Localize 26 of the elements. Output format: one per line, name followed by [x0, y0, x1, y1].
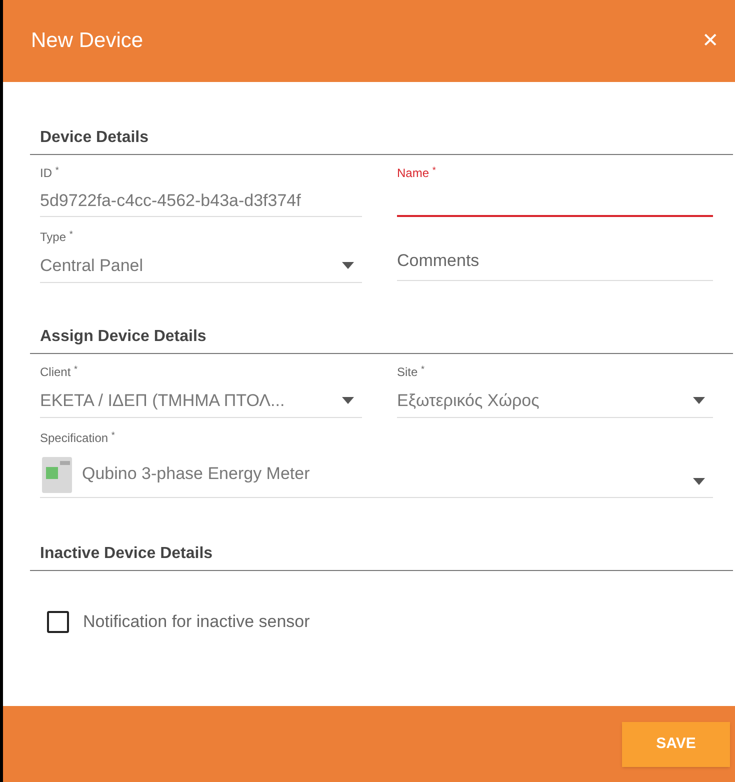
close-button[interactable]: ✕ — [698, 26, 723, 56]
caret-icon — [342, 397, 354, 404]
field-label: Specification $^{*}$ — [40, 428, 116, 447]
caret-icon — [693, 478, 705, 485]
dialog-title: New Device — [31, 28, 144, 54]
section-title: Device Details — [40, 129, 149, 146]
section-title: Assign Device Details — [40, 328, 206, 345]
field-value: Εξωτερικός Χώρος — [397, 390, 540, 412]
field-label: Type $^{*}$ — [40, 228, 74, 246]
dropdown-field[interactable]: Central Panel — [40, 249, 362, 283]
caret-icon — [342, 262, 354, 269]
dropdown-field[interactable]: Εξωτερικός Χώρος — [397, 384, 713, 418]
field-value: Qubino 3-phase Energy Meter — [82, 462, 311, 485]
field-label: ID $^{*}$ — [40, 164, 60, 182]
dropdown-field[interactable]: Qubino 3-phase Energy Meter — [40, 450, 713, 498]
checkbox[interactable] — [47, 610, 69, 633]
section-title: Inactive Device Details — [40, 545, 213, 562]
field-value: ΕΚΕΤΑ / ΙΔΕΠ (ΤΜΗΜΑ ΠΤΟΛ... — [40, 390, 286, 412]
checkbox-label: Notification for inactive sensor — [83, 611, 310, 633]
dropdown-field[interactable]: ΕΚΕΤΑ / ΙΔΕΠ (ΤΜΗΜΑ ΠΤΟΛ... — [40, 384, 362, 418]
field-label: Name $^{*}$ — [397, 164, 437, 182]
field-label: Client $^{*}$ — [40, 362, 79, 381]
field-label: Site $^{*}$ — [397, 362, 426, 381]
caret-icon — [693, 397, 705, 404]
text-field[interactable]: 5d9722fa-c4cc-4562-b43a-d3f374f — [40, 185, 362, 217]
field-value: Central Panel — [40, 254, 144, 277]
